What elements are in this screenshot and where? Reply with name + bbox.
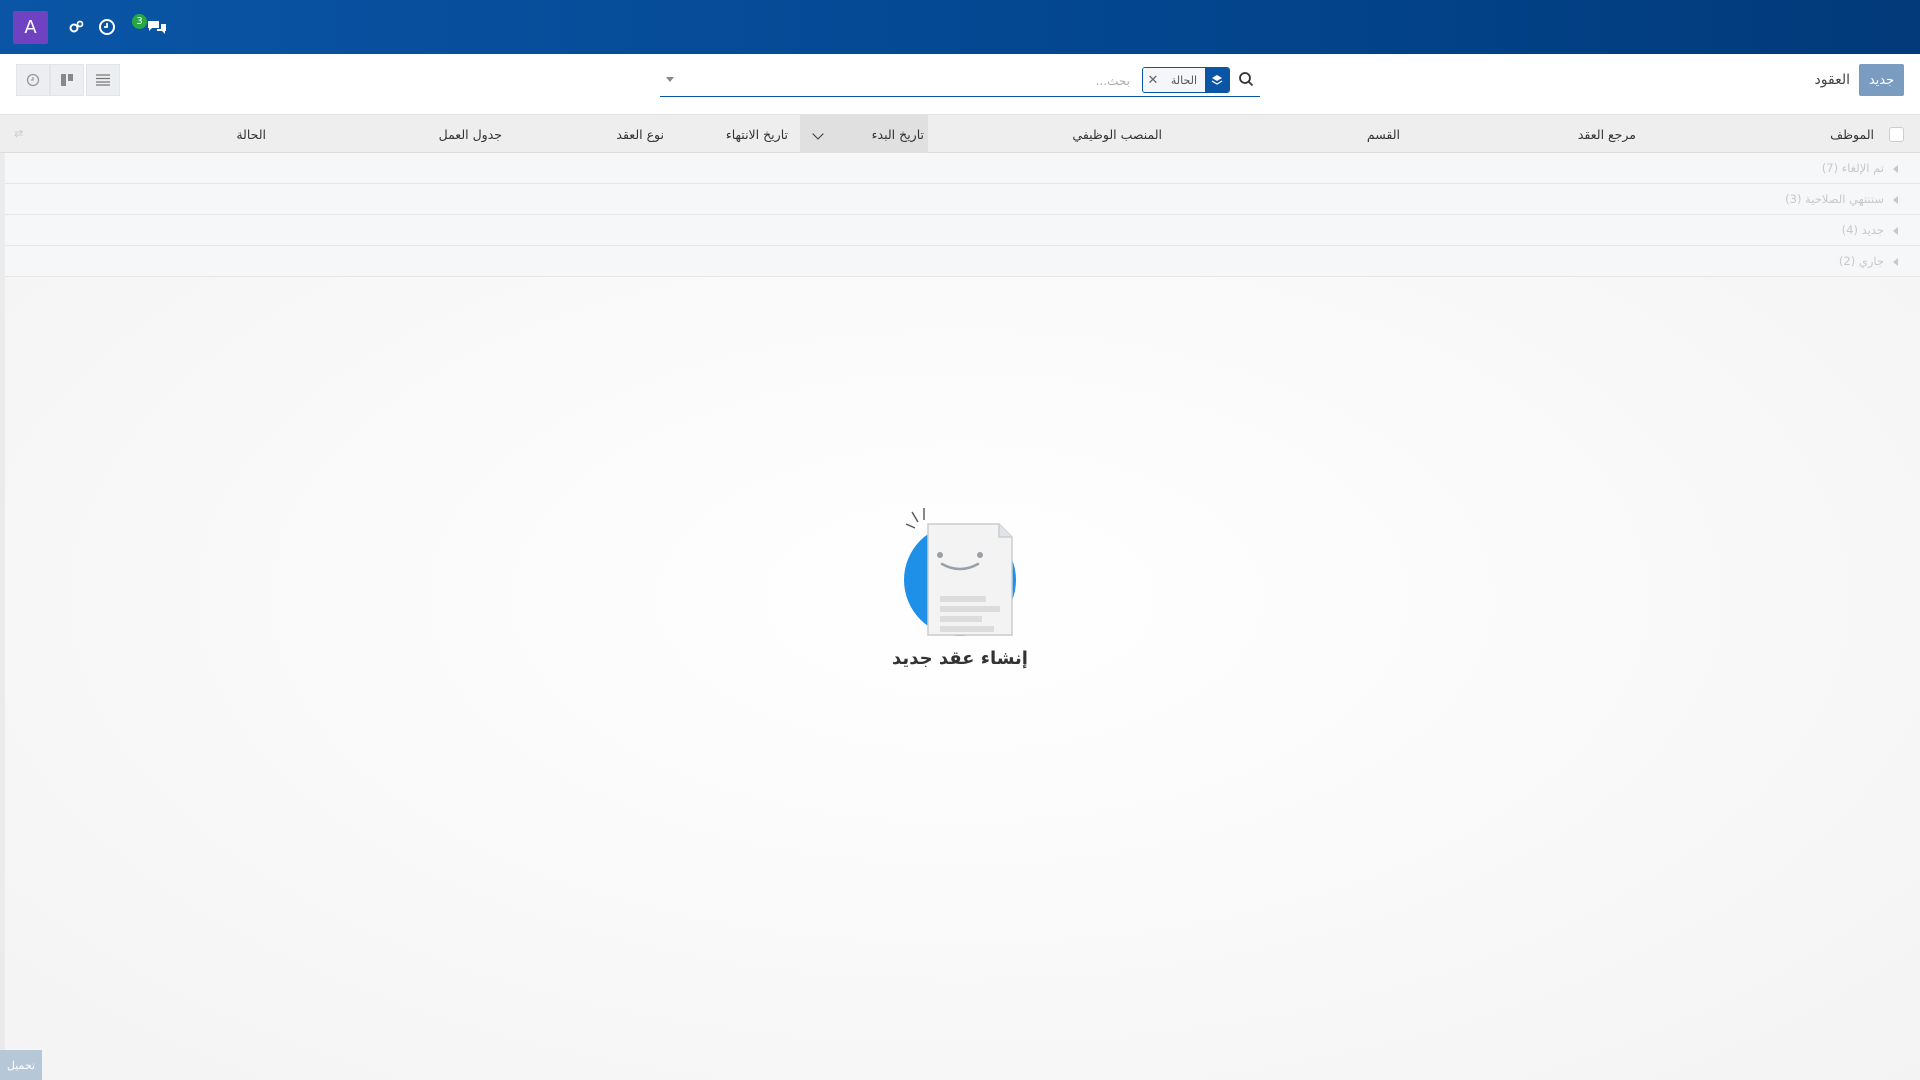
search-bar: الحالة ✕: [660, 65, 1260, 97]
user-avatar[interactable]: A: [13, 11, 48, 44]
left-edge: [0, 153, 5, 1050]
chat-count-badge: 3: [132, 14, 147, 29]
facet-close-icon[interactable]: ✕: [1142, 68, 1163, 92]
column-end-date[interactable]: تاريخ الانتهاء: [726, 115, 788, 153]
search-facet: الحالة ✕: [1141, 67, 1230, 93]
group-label: ستنتهي الصلاحية (3): [1785, 192, 1884, 206]
column-status[interactable]: الحالة: [236, 115, 266, 153]
search-input[interactable]: [686, 71, 1130, 91]
group-row[interactable]: جاري (2): [0, 246, 1920, 277]
page-title: العقود: [1814, 72, 1850, 88]
column-start-date[interactable]: تاريخ البدء: [836, 115, 928, 153]
activity-view-icon[interactable]: [16, 64, 50, 96]
empty-state-title: إنشاء عقد جديد: [892, 648, 1028, 669]
column-start-date-label: تاريخ البدء: [871, 126, 924, 142]
layers-icon: [1205, 68, 1229, 92]
optional-columns-icon[interactable]: ⇄: [14, 127, 23, 140]
select-all-checkbox[interactable]: [1889, 127, 1904, 142]
group-label: جديد (4): [1841, 223, 1884, 237]
caret-left-icon: [1893, 165, 1898, 173]
group-label: جاري (2): [1838, 254, 1884, 268]
empty-state-area: [0, 277, 1920, 1080]
load-button[interactable]: تحميل: [0, 1050, 42, 1080]
smiling-document-icon: [890, 500, 1030, 640]
sort-chevron-icon[interactable]: [800, 115, 836, 153]
chat-icon[interactable]: [145, 15, 169, 39]
caret-left-icon: [1893, 258, 1898, 266]
facet-label: الحالة: [1162, 68, 1205, 92]
group-row[interactable]: ستنتهي الصلاحية (3): [0, 184, 1920, 215]
chevron-down-icon: [812, 128, 824, 140]
list-view-icon[interactable]: [86, 64, 120, 96]
top-navbar: A 3: [0, 0, 1920, 54]
column-contract-reference[interactable]: مرجع العقد: [1578, 115, 1636, 153]
group-row[interactable]: جديد (4): [0, 215, 1920, 246]
column-department[interactable]: القسم: [1367, 115, 1400, 153]
settings-gear-icon[interactable]: [64, 15, 88, 39]
column-working-schedule[interactable]: جدول العمل: [439, 115, 502, 153]
search-icon[interactable]: [1238, 71, 1256, 89]
column-employee[interactable]: الموظف: [1830, 115, 1874, 153]
column-contract-type[interactable]: نوع العقد: [616, 115, 664, 153]
control-panel: جديد العقود الحالة ✕: [0, 54, 1920, 115]
caret-left-icon: [1893, 227, 1898, 235]
group-label: تم الإلغاء (7): [1821, 161, 1884, 175]
group-row[interactable]: تم الإلغاء (7): [0, 153, 1920, 184]
activity-clock-icon[interactable]: [95, 15, 119, 39]
new-button[interactable]: جديد: [1859, 64, 1904, 96]
search-options-chevron-icon[interactable]: [666, 77, 674, 82]
caret-left-icon: [1893, 196, 1898, 204]
kanban-view-icon[interactable]: [50, 64, 84, 96]
list-header: الموظف مرجع العقد القسم المنصب الوظيفي ت…: [0, 115, 1920, 153]
column-job-position[interactable]: المنصب الوظيفي: [1072, 115, 1162, 153]
